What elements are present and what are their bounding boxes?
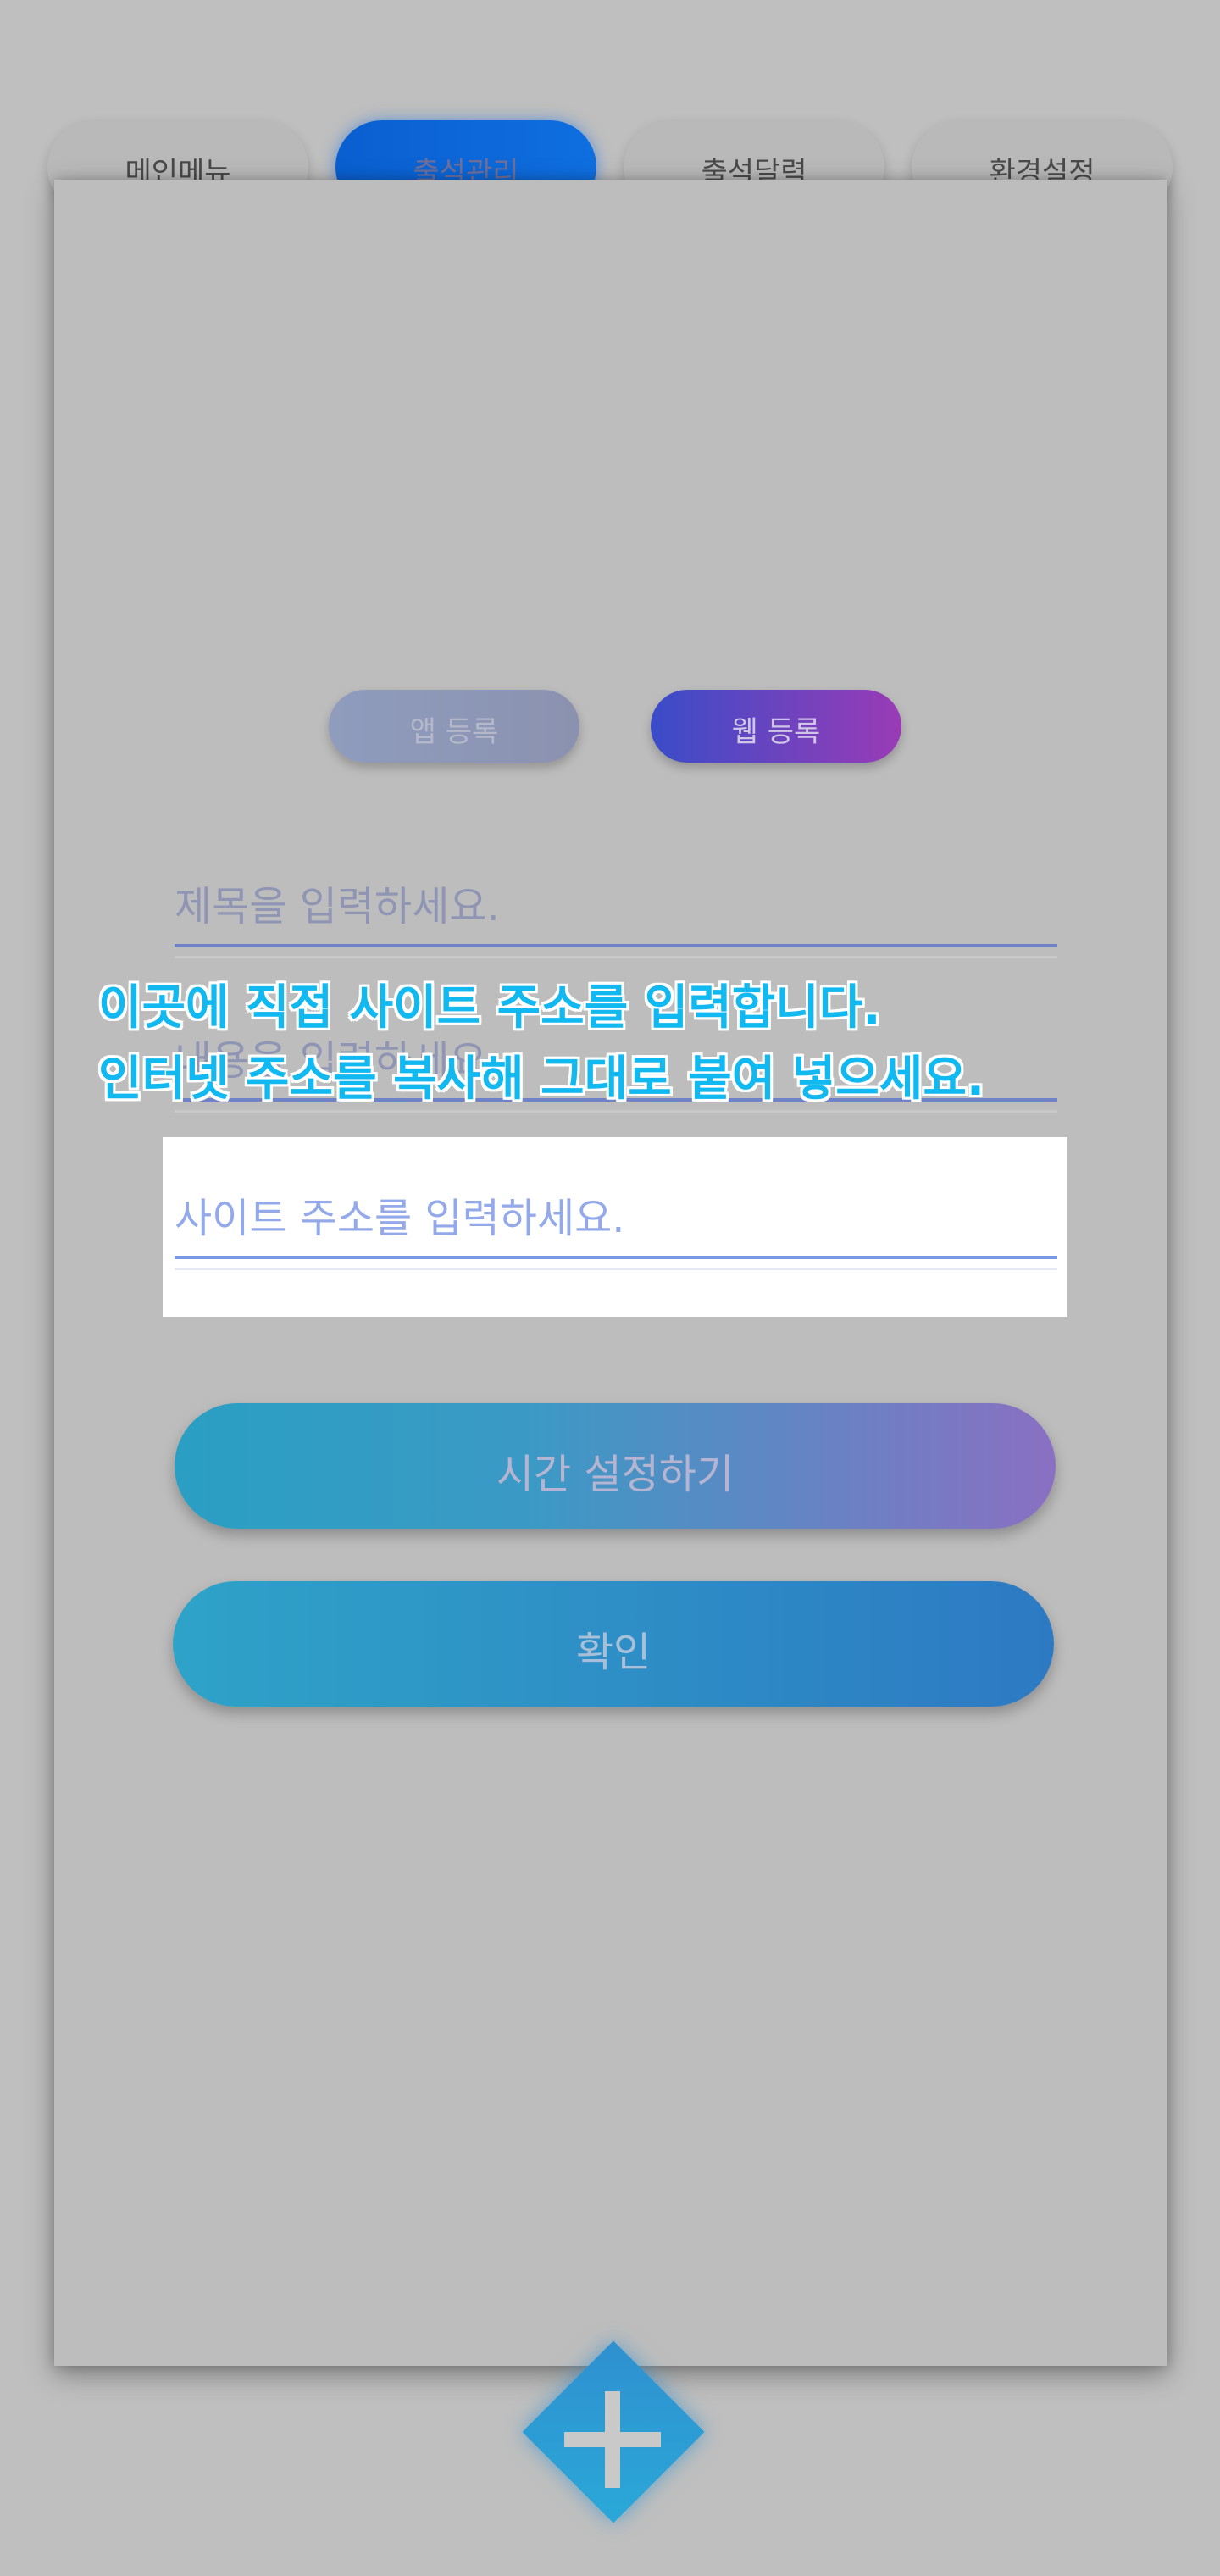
title-placeholder: 제목을 입력하세요. <box>175 883 500 930</box>
add-fab-button[interactable] <box>508 2340 718 2537</box>
url-underline-shadow <box>175 1268 1057 1270</box>
confirm-button[interactable]: 확인 <box>173 1581 1054 1707</box>
url-placeholder: 사이트 주소를 입력하세요. <box>175 1195 625 1242</box>
web-register-button[interactable]: 웹 등록 <box>651 690 901 763</box>
time-setting-button[interactable]: 시간 설정하기 <box>175 1403 1056 1529</box>
guide-tooltip-line-2: 인터넷 주소를 복사해 그대로 붙여 넣으세요. <box>98 1052 985 1107</box>
guide-tooltip: 이곳에 직접 사이트 주소를 입력합니다. 인터넷 주소를 복사해 그대로 붙여… <box>98 973 1166 1115</box>
title-underline <box>175 944 1057 947</box>
app-register-button[interactable]: 앱 등록 <box>329 690 580 763</box>
url-underline <box>175 1256 1057 1259</box>
url-input[interactable]: 사이트 주소를 입력하세요. <box>175 1185 1057 1270</box>
title-underline-shadow <box>175 956 1057 958</box>
title-input[interactable]: 제목을 입력하세요. <box>175 873 1057 958</box>
guide-tooltip-line-1: 이곳에 직접 사이트 주소를 입력합니다. <box>98 980 881 1035</box>
